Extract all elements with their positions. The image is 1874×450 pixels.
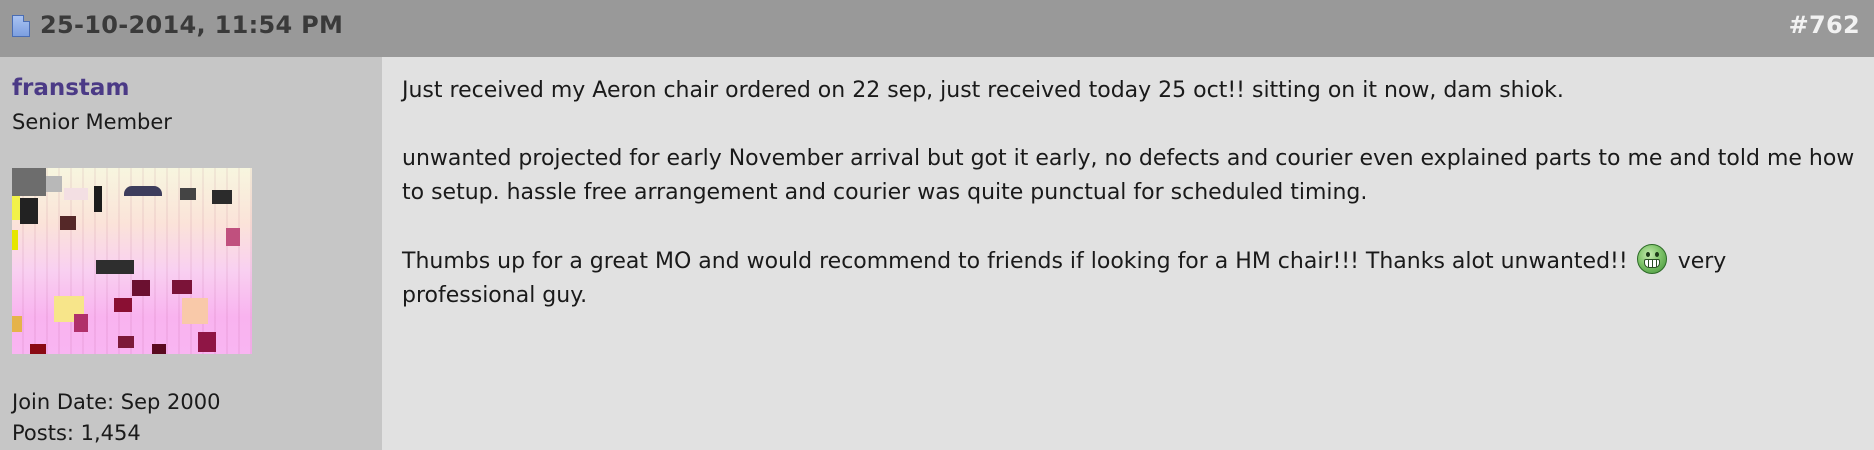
avatar-pixel — [12, 196, 20, 220]
avatar-pixel — [180, 188, 196, 200]
avatar-pixel — [60, 216, 76, 230]
avatar-pixel — [64, 188, 88, 200]
avatar-pixel — [74, 314, 88, 332]
post-date: 25-10-2014, 11:54 PM — [40, 11, 344, 39]
avatar-pixel — [30, 344, 46, 354]
post-message: Just received my Aeron chair ordered on … — [402, 74, 1862, 347]
forum-post: 25-10-2014, 11:54 PM #762 franstam Senio… — [0, 0, 1874, 450]
post-paragraph: unwanted projected for early November ar… — [402, 146, 1855, 205]
avatar-pixel — [12, 168, 46, 196]
avatar-pixel — [132, 280, 150, 296]
post-header: 25-10-2014, 11:54 PM #762 — [0, 0, 1874, 57]
avatar-pixel — [12, 230, 18, 250]
post-status-icon — [12, 15, 30, 37]
post-text: Thumbs up for a great MO and would recom… — [402, 249, 1628, 274]
avatar-pixel — [152, 344, 166, 354]
avatar-pixel — [114, 298, 132, 312]
post-count: Posts: 1,454 — [12, 421, 141, 445]
post-paragraph: Just received my Aeron chair ordered on … — [402, 78, 1564, 103]
avatar-pixel — [226, 228, 240, 246]
avatar-pixel — [198, 332, 216, 352]
avatar-pixel — [12, 316, 22, 332]
post-number-link[interactable]: #762 — [1789, 11, 1860, 39]
avatar-pixel — [94, 186, 102, 212]
user-title: Senior Member — [12, 110, 172, 134]
avatar-pixel — [182, 298, 208, 324]
avatar-pixel — [96, 260, 134, 274]
user-avatar[interactable] — [12, 168, 252, 354]
username-link[interactable]: franstam — [12, 75, 129, 101]
avatar-pixel — [172, 280, 192, 294]
join-date: Join Date: Sep 2000 — [12, 390, 221, 414]
avatar-pixel — [212, 190, 232, 204]
user-info-panel: franstam Senior Member Join Date: Sep 20… — [0, 57, 382, 450]
avatar-pixel — [46, 176, 62, 192]
avatar-pixel — [118, 336, 134, 348]
avatar-pixel — [124, 186, 162, 196]
post-paragraph: Thumbs up for a great MO and would recom… — [402, 244, 1862, 313]
user-stats: Join Date: Sep 2000 Posts: 1,454 — [12, 387, 221, 449]
avatar-pixel — [20, 198, 38, 224]
grin-smiley-icon — [1636, 244, 1667, 274]
